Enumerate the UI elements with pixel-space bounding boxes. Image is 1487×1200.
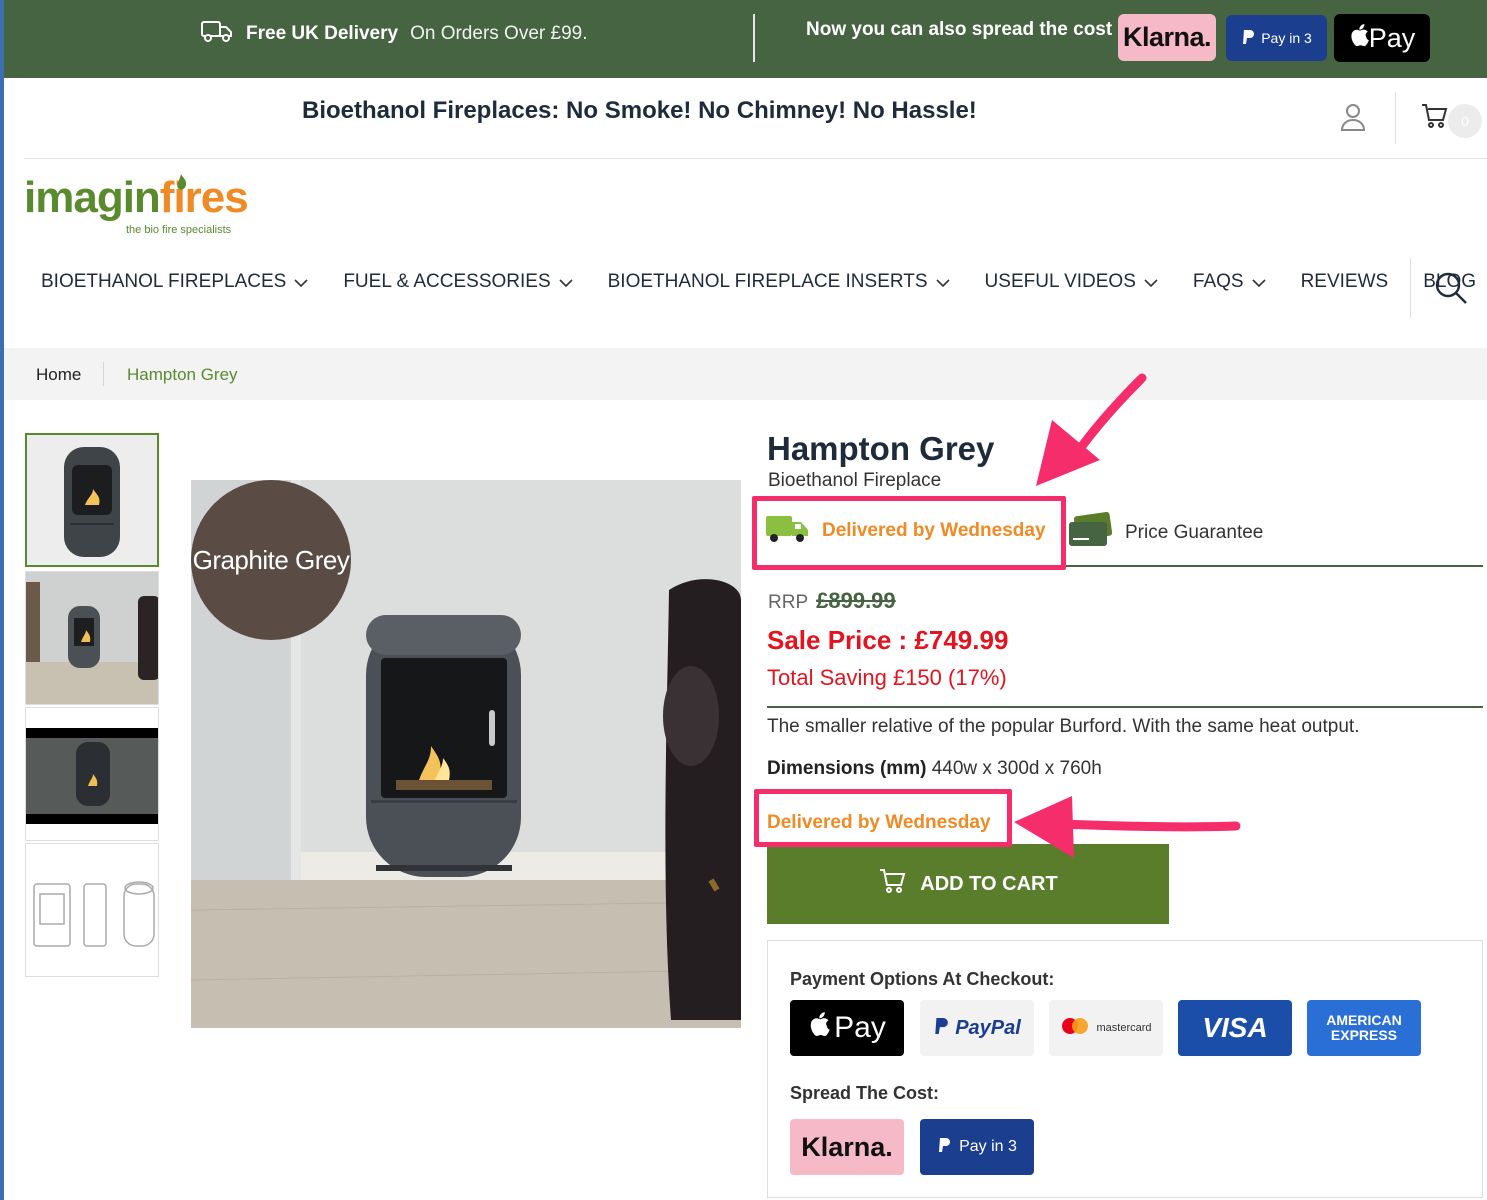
arrow-icon [1036,373,1147,486]
annotation-arrows [1014,373,1241,858]
arrow-icon [1014,796,1241,858]
